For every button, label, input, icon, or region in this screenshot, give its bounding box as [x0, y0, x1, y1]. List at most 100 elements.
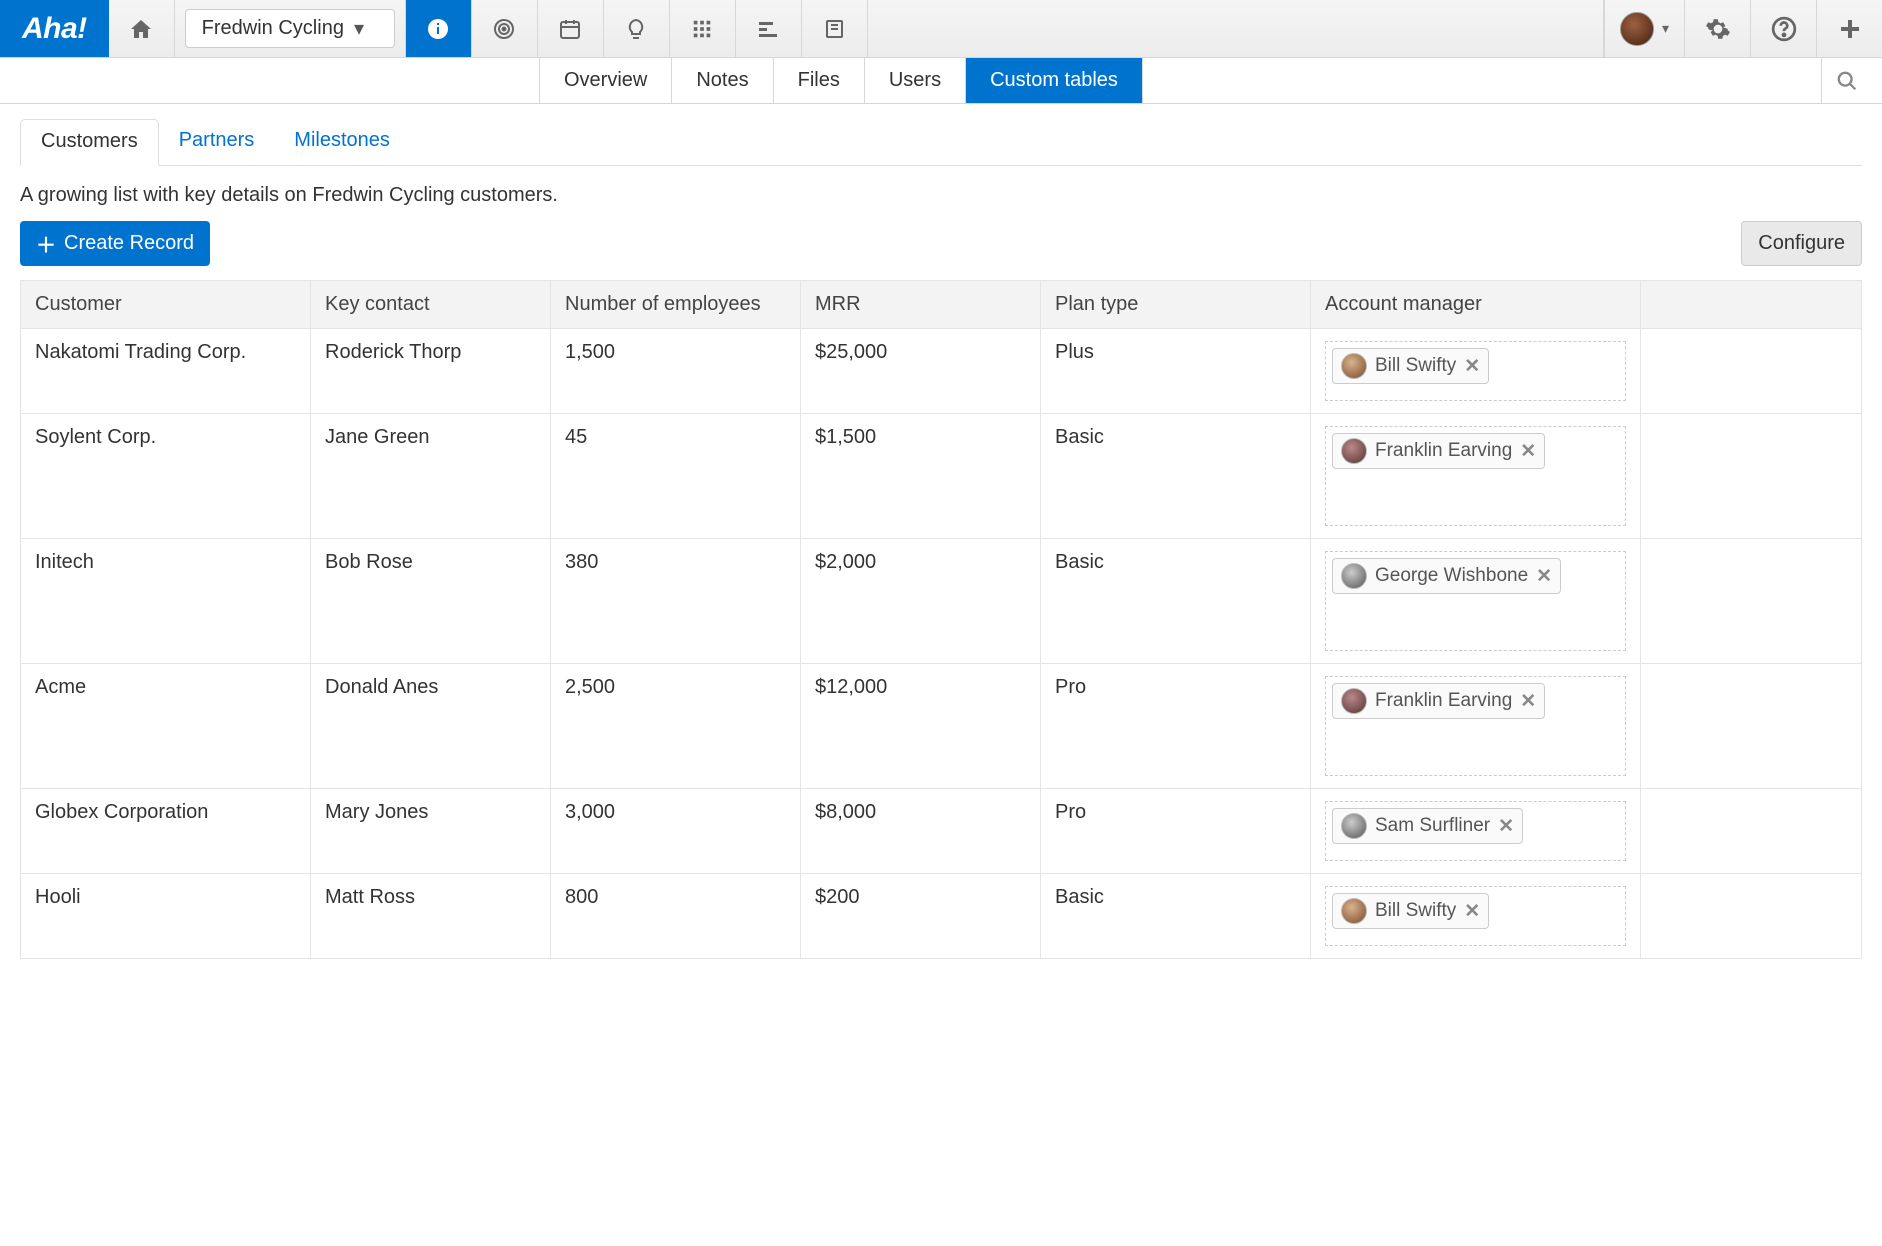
cell-mrr: $2,000: [801, 539, 1041, 664]
nav-home[interactable]: [109, 0, 175, 57]
caret-down-icon: ▾: [1662, 20, 1669, 37]
column-header[interactable]: Account manager: [1311, 281, 1641, 329]
sub-nav: OverviewNotesFilesUsersCustom tables: [0, 58, 1882, 104]
cell-plan-type: Basic: [1041, 539, 1311, 664]
account-manager-field[interactable]: Franklin Earving✕: [1325, 426, 1626, 526]
settings-button[interactable]: [1684, 0, 1750, 57]
info-icon: [426, 17, 450, 41]
cell-employees: 800: [551, 874, 801, 959]
remove-icon[interactable]: ✕: [1464, 900, 1480, 923]
manager-chip[interactable]: George Wishbone ✕: [1332, 558, 1561, 594]
column-header[interactable]: Key contact: [311, 281, 551, 329]
cell-account-manager[interactable]: George Wishbone ✕: [1311, 539, 1641, 664]
help-icon: [1771, 16, 1797, 42]
subnav-tab-custom-tables[interactable]: Custom tables: [966, 58, 1143, 103]
brand-text: Aha!: [22, 12, 87, 46]
account-manager-field[interactable]: George Wishbone ✕: [1325, 551, 1626, 651]
remove-icon[interactable]: ✕: [1498, 815, 1514, 838]
nav-notebook[interactable]: [802, 0, 868, 57]
nav-target[interactable]: [472, 0, 538, 57]
cell-plan-type: Basic: [1041, 414, 1311, 539]
plus-icon: ＋: [36, 229, 56, 258]
nav-reports[interactable]: [736, 0, 802, 57]
cell-mrr: $12,000: [801, 664, 1041, 789]
subnav-tab-files[interactable]: Files: [774, 58, 865, 103]
nav-calendar[interactable]: [538, 0, 604, 57]
column-header-extra: [1641, 281, 1862, 329]
subnav-tab-overview[interactable]: Overview: [540, 58, 672, 103]
avatar: [1341, 438, 1367, 464]
cell-account-manager[interactable]: Franklin Earving✕: [1311, 414, 1641, 539]
remove-icon[interactable]: ✕: [1520, 690, 1536, 713]
remove-icon[interactable]: ✕: [1464, 355, 1480, 378]
lightbulb-icon: [624, 17, 648, 41]
cell-mrr: $8,000: [801, 789, 1041, 874]
account-manager-field[interactable]: Franklin Earving ✕: [1325, 676, 1626, 776]
configure-button[interactable]: Configure: [1741, 221, 1862, 266]
manager-chip[interactable]: Bill Swifty✕: [1332, 348, 1489, 384]
gear-icon: [1705, 16, 1731, 42]
cell-account-manager[interactable]: Franklin Earving ✕: [1311, 664, 1641, 789]
cell-key-contact: Matt Ross: [311, 874, 551, 959]
nav-info[interactable]: [406, 0, 472, 57]
cell-key-contact: Bob Rose: [311, 539, 551, 664]
cell-customer: Soylent Corp.: [21, 414, 311, 539]
cell-key-contact: Mary Jones: [311, 789, 551, 874]
remove-icon[interactable]: ✕: [1536, 565, 1552, 588]
content-tab-milestones[interactable]: Milestones: [274, 119, 410, 166]
subnav-tab-notes[interactable]: Notes: [672, 58, 773, 103]
table-row[interactable]: Soylent Corp.Jane Green45$1,500BasicFran…: [21, 414, 1862, 539]
column-header[interactable]: Customer: [21, 281, 311, 329]
notebook-icon: [822, 17, 846, 41]
cell-extra: [1641, 414, 1862, 539]
create-record-button[interactable]: ＋ Create Record: [20, 221, 210, 266]
account-manager-field[interactable]: Sam Surfliner✕: [1325, 801, 1626, 861]
search-button[interactable]: [1822, 58, 1882, 103]
content-tab-partners[interactable]: Partners: [159, 119, 275, 166]
nav-apps[interactable]: [670, 0, 736, 57]
manager-chip[interactable]: Franklin Earving✕: [1332, 433, 1545, 469]
cell-mrr: $25,000: [801, 329, 1041, 414]
account-manager-field[interactable]: Bill Swifty✕: [1325, 886, 1626, 946]
table-row[interactable]: AcmeDonald Anes2,500$12,000ProFranklin E…: [21, 664, 1862, 789]
subnav-tab-users[interactable]: Users: [865, 58, 966, 103]
cell-customer: Initech: [21, 539, 311, 664]
cell-key-contact: Jane Green: [311, 414, 551, 539]
avatar: [1341, 353, 1367, 379]
subnav-spacer: [1143, 58, 1822, 103]
cell-customer: Globex Corporation: [21, 789, 311, 874]
table-row[interactable]: Globex CorporationMary Jones3,000$8,000P…: [21, 789, 1862, 874]
nav-ideas[interactable]: [604, 0, 670, 57]
cell-account-manager[interactable]: Bill Swifty✕: [1311, 329, 1641, 414]
manager-chip[interactable]: Sam Surfliner✕: [1332, 808, 1523, 844]
cell-account-manager[interactable]: Bill Swifty✕: [1311, 874, 1641, 959]
project-selector-box[interactable]: Fredwin Cycling ▾: [185, 9, 395, 48]
content-tab-customers[interactable]: Customers: [20, 119, 159, 166]
user-menu[interactable]: ▾: [1604, 0, 1684, 57]
account-manager-field[interactable]: Bill Swifty✕: [1325, 341, 1626, 401]
cell-customer: Acme: [21, 664, 311, 789]
cell-employees: 3,000: [551, 789, 801, 874]
remove-icon[interactable]: ✕: [1520, 440, 1536, 463]
cell-plan-type: Pro: [1041, 789, 1311, 874]
table-row[interactable]: HooliMatt Ross800$200BasicBill Swifty✕: [21, 874, 1862, 959]
add-button[interactable]: [1816, 0, 1882, 57]
column-header[interactable]: Number of employees: [551, 281, 801, 329]
column-header[interactable]: Plan type: [1041, 281, 1311, 329]
manager-name: George Wishbone: [1375, 565, 1528, 587]
project-selector[interactable]: Fredwin Cycling ▾: [175, 0, 406, 57]
cell-extra: [1641, 329, 1862, 414]
table-row[interactable]: Nakatomi Trading Corp.Roderick Thorp1,50…: [21, 329, 1862, 414]
subnav-left-spacer: [0, 58, 540, 103]
caret-down-icon: ▾: [354, 16, 364, 41]
manager-chip[interactable]: Franklin Earving ✕: [1332, 683, 1545, 719]
column-header[interactable]: MRR: [801, 281, 1041, 329]
topbar-right: ▾: [1604, 0, 1882, 57]
cell-account-manager[interactable]: Sam Surfliner✕: [1311, 789, 1641, 874]
topbar-spacer: [868, 0, 1604, 57]
help-button[interactable]: [1750, 0, 1816, 57]
manager-chip[interactable]: Bill Swifty✕: [1332, 893, 1489, 929]
manager-name: Franklin Earving: [1375, 690, 1512, 712]
table-row[interactable]: InitechBob Rose380$2,000BasicGeorge Wish…: [21, 539, 1862, 664]
brand-logo[interactable]: Aha!: [0, 0, 109, 57]
